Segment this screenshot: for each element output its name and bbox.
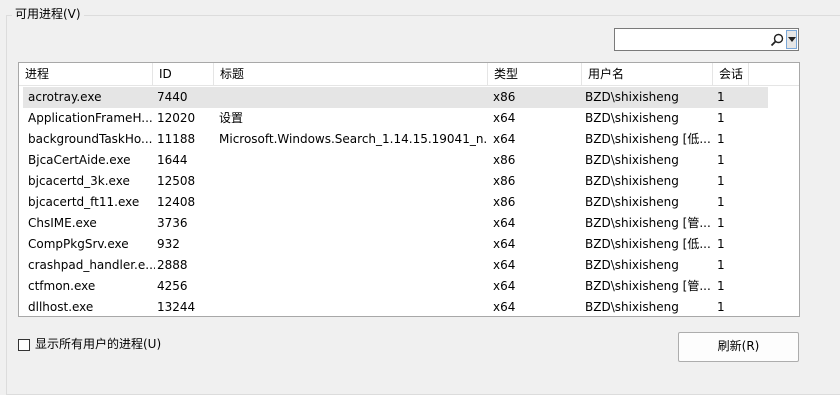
process-type-cell: x64 <box>493 258 516 272</box>
process-name-cell: acrotray.exe <box>28 90 102 104</box>
show-all-users-checkbox[interactable] <box>18 339 30 351</box>
table-row[interactable]: dllhost.exe 13244 x64 BZD\shixisheng 1 <box>23 297 768 316</box>
process-type-cell: x64 <box>493 132 516 146</box>
process-session-cell: 1 <box>717 237 725 251</box>
process-title-cell <box>216 213 488 234</box>
process-session-cell: 1 <box>717 279 725 293</box>
process-name-cell: dllhost.exe <box>28 300 94 314</box>
process-user-cell: BZD\shixisheng <box>585 195 679 209</box>
process-user-cell: BZD\shixisheng [管... <box>585 279 711 293</box>
process-type-cell: x86 <box>493 90 516 104</box>
search-dropdown-button[interactable] <box>786 30 797 49</box>
process-type-cell: x86 <box>493 153 516 167</box>
table-row[interactable]: bjcacertd_ft11.exe 12408 x86 BZD\shixisheng… <box>23 192 768 213</box>
process-type-cell: x64 <box>493 279 516 293</box>
process-name-cell: CompPkgSrv.exe <box>28 237 129 251</box>
process-id-cell: 1644 <box>157 153 188 167</box>
process-name-cell: BjcaCertAide.exe <box>28 153 131 167</box>
column-header-title[interactable]: 标题 <box>214 63 488 85</box>
table-row[interactable]: ChsIME.exe 3736 x64 BZD\shixisheng [管... 1 <box>23 213 768 234</box>
group-title: 可用进程(V) <box>12 6 84 22</box>
process-session-cell: 1 <box>717 195 725 209</box>
process-session-cell: 1 <box>717 258 725 272</box>
process-session-cell: 1 <box>717 174 725 188</box>
table-row[interactable]: acrotray.exe 7440 x86 BZD\shixisheng 1 <box>23 87 768 108</box>
table-row[interactable]: ApplicationFrameH... 12020 设置 x64 BZD\shixis… <box>23 108 768 129</box>
table-row[interactable]: BjcaCertAide.exe 1644 x86 BZD\shixisheng 1 <box>23 150 768 171</box>
process-id-cell: 12408 <box>157 195 196 209</box>
process-type-cell: x64 <box>493 237 516 251</box>
process-search-box[interactable] <box>614 28 799 51</box>
process-session-cell: 1 <box>717 90 725 104</box>
process-session-cell: 1 <box>717 300 725 314</box>
process-id-cell: 12508 <box>157 174 196 188</box>
refresh-button[interactable]: 刷新(R) <box>678 332 799 362</box>
process-name-cell: ChsIME.exe <box>28 216 97 230</box>
process-name-cell: ctfmon.exe <box>28 279 96 293</box>
table-row[interactable]: crashpad_handler.e... 2888 x64 BZD\shixishe… <box>23 255 768 276</box>
column-header-id[interactable]: ID <box>153 63 214 85</box>
process-title-cell: 设置 <box>219 111 244 125</box>
column-header-session[interactable]: 会话 <box>713 63 749 85</box>
process-name-cell: backgroundTaskHo... <box>28 132 153 146</box>
process-type-cell: x86 <box>493 174 516 188</box>
process-id-cell: 932 <box>157 237 180 251</box>
process-id-cell: 13244 <box>157 300 196 314</box>
process-user-cell: BZD\shixisheng <box>585 300 679 314</box>
process-id-cell: 2888 <box>157 258 188 272</box>
column-header-process[interactable]: 进程 <box>19 63 153 85</box>
process-id-cell: 11188 <box>157 132 196 146</box>
process-title-cell <box>216 87 488 108</box>
process-name-cell: crashpad_handler.e... <box>28 258 155 272</box>
table-row[interactable]: bjcacertd_3k.exe 12508 x86 BZD\shixisheng 1 <box>23 171 768 192</box>
table-row[interactable]: CompPkgSrv.exe 932 x64 BZD\shixisheng [低...… <box>23 234 768 255</box>
process-type-cell: x64 <box>493 300 516 314</box>
process-id-cell: 4256 <box>157 279 188 293</box>
column-header-type[interactable]: 类型 <box>488 63 582 85</box>
search-icon[interactable] <box>769 32 785 48</box>
process-name-cell: ApplicationFrameH... <box>28 111 153 125</box>
process-title-cell <box>216 150 488 171</box>
process-title-cell <box>216 171 488 192</box>
process-session-cell: 1 <box>717 132 725 146</box>
process-rows: acrotray.exe 7440 x86 BZD\shixisheng 1 Applic… <box>23 87 768 316</box>
process-title-cell <box>216 276 488 297</box>
process-user-cell: BZD\shixisheng <box>585 90 679 104</box>
process-title-cell <box>216 255 488 276</box>
process-title-cell <box>216 192 488 213</box>
process-title-cell <box>216 234 488 255</box>
process-session-cell: 1 <box>717 111 725 125</box>
show-all-users-label[interactable]: 显示所有用户的进程(U) <box>35 336 161 352</box>
process-user-cell: BZD\shixisheng [低... <box>585 237 711 251</box>
process-type-cell: x64 <box>493 111 516 125</box>
process-title-cell <box>216 297 488 316</box>
process-user-cell: BZD\shixisheng <box>585 153 679 167</box>
table-row[interactable]: backgroundTaskHo... 11188 Microsoft.Window… <box>23 129 768 150</box>
process-name-cell: bjcacertd_3k.exe <box>28 174 130 188</box>
chevron-down-icon <box>788 37 796 42</box>
process-user-cell: BZD\shixisheng <box>585 174 679 188</box>
process-user-cell: BZD\shixisheng <box>585 111 679 125</box>
process-type-cell: x86 <box>493 195 516 209</box>
process-title-cell: Microsoft.Windows.Search_1.14.15.19041_n… <box>219 132 488 146</box>
process-id-cell: 3736 <box>157 216 188 230</box>
process-session-cell: 1 <box>717 216 725 230</box>
process-type-cell: x64 <box>493 216 516 230</box>
column-header-username[interactable]: 用户名 <box>582 63 713 85</box>
process-name-cell: bjcacertd_ft11.exe <box>28 195 140 209</box>
process-list[interactable]: 进程 ID 标题 类型 用户名 会话 acrotray.exe 7440 x86 BZ… <box>18 62 800 317</box>
search-input[interactable] <box>618 31 766 48</box>
process-id-cell: 7440 <box>157 90 188 104</box>
process-user-cell: BZD\shixisheng [低... <box>585 132 711 146</box>
list-header: 进程 ID 标题 类型 用户名 会话 <box>19 63 799 86</box>
table-row[interactable]: ctfmon.exe 4256 x64 BZD\shixisheng [管... 1 <box>23 276 768 297</box>
process-user-cell: BZD\shixisheng [管... <box>585 216 711 230</box>
process-id-cell: 12020 <box>157 111 196 125</box>
process-user-cell: BZD\shixisheng <box>585 258 679 272</box>
process-session-cell: 1 <box>717 153 725 167</box>
